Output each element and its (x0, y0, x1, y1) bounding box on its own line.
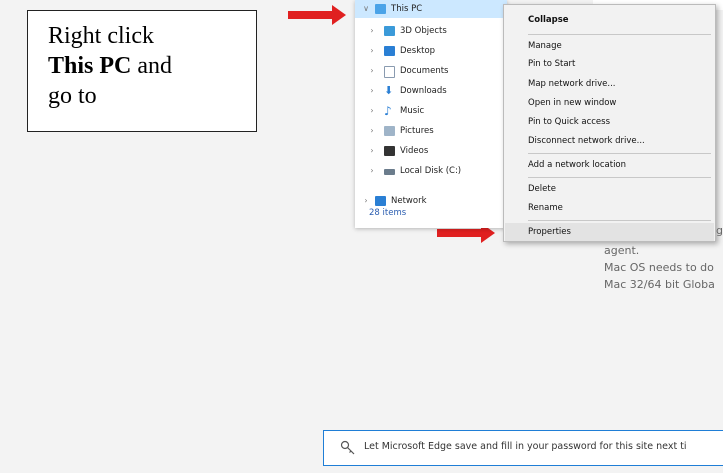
menu-item-collapse[interactable]: Collapse (528, 11, 569, 29)
chevron-right-icon[interactable]: › (367, 162, 377, 180)
tree-item-label: Videos (400, 146, 429, 156)
menu-item-properties[interactable]: Properties (505, 223, 714, 241)
cube-icon (384, 26, 395, 36)
background-text-line-3: Mac 32/64 bit Globa (604, 278, 715, 291)
tree-item-3d-objects[interactable]: › 3D Objects (355, 22, 507, 40)
instruction-line-1: Right click (48, 23, 154, 49)
key-icon (340, 440, 355, 455)
chevron-right-icon[interactable]: › (367, 62, 377, 80)
instruction-line-3: go to (48, 83, 97, 109)
chevron-right-icon[interactable]: › (367, 22, 377, 40)
instruction-this-pc: This PC (48, 53, 132, 79)
desktop-icon (384, 46, 395, 56)
menu-item-delete[interactable]: Delete (528, 180, 556, 198)
menu-separator (528, 34, 711, 35)
menu-item-open-in-new-window[interactable]: Open in new window (528, 94, 616, 112)
tree-item-label: Downloads (400, 86, 447, 96)
tree-item-desktop[interactable]: › Desktop (355, 42, 507, 60)
pictures-icon (384, 126, 395, 136)
tree-item-this-pc[interactable]: ∨ This PC (355, 0, 507, 18)
menu-separator (528, 177, 711, 178)
document-icon (384, 66, 395, 78)
explorer-nav-tree: ∨ This PC › 3D Objects › Desktop › Docum… (355, 0, 507, 228)
tree-item-music[interactable]: › ♪ Music (355, 102, 507, 120)
tree-item-label: Documents (400, 66, 449, 76)
tree-item-downloads[interactable]: › ⬇ Downloads (355, 82, 507, 100)
tree-item-label: This PC (391, 4, 423, 14)
network-icon (375, 196, 386, 206)
context-menu: Collapse Manage Pin to Start Map network… (503, 4, 716, 242)
tree-item-label: Local Disk (C:) (400, 166, 462, 176)
download-arrow-icon: ⬇ (384, 84, 394, 97)
tree-item-documents[interactable]: › Documents (355, 62, 507, 80)
edge-password-message: Let Microsoft Edge save and fill in your… (364, 441, 687, 452)
monitor-icon (375, 4, 386, 14)
menu-separator (528, 153, 711, 154)
menu-item-pin-to-start[interactable]: Pin to Start (528, 55, 575, 73)
arrow-to-properties (437, 223, 495, 243)
item-count-status: 28 items (369, 208, 407, 218)
menu-item-disconnect-network-drive[interactable]: Disconnect network drive... (528, 132, 645, 150)
tree-item-videos[interactable]: › Videos (355, 142, 507, 160)
instruction-line-2: This PC and (48, 51, 246, 81)
tree-item-label: 3D Objects (400, 26, 447, 36)
chevron-right-icon[interactable]: › (367, 102, 377, 120)
menu-item-pin-to-quick-access[interactable]: Pin to Quick access (528, 113, 610, 131)
music-note-icon: ♪ (384, 104, 392, 118)
chevron-right-icon[interactable]: › (367, 142, 377, 160)
chevron-right-icon[interactable]: › (367, 82, 377, 100)
menu-separator (528, 220, 711, 221)
background-text-partial: g (716, 224, 723, 237)
menu-item-rename[interactable]: Rename (528, 199, 563, 217)
tree-item-local-disk[interactable]: › Local Disk (C:) (355, 162, 507, 180)
tree-item-pictures[interactable]: › Pictures (355, 122, 507, 140)
tree-item-label: Music (400, 106, 425, 116)
arrow-to-this-pc (288, 5, 346, 25)
tree-item-label: Desktop (400, 46, 436, 56)
menu-item-add-network-location[interactable]: Add a network location (528, 156, 626, 174)
chevron-down-icon[interactable]: ∨ (361, 0, 371, 18)
drive-icon (384, 169, 395, 175)
film-icon (384, 146, 395, 156)
background-text-line-2: Mac OS needs to do (604, 261, 714, 274)
edge-password-prompt[interactable]: Let Microsoft Edge save and fill in your… (323, 430, 723, 466)
instruction-callout: Right click This PC and go to (27, 10, 257, 132)
background-text-line-1: agent. (604, 244, 640, 257)
menu-item-map-network-drive[interactable]: Map network drive... (528, 75, 615, 93)
chevron-right-icon[interactable]: › (367, 122, 377, 140)
instruction-and: and (131, 53, 173, 79)
menu-item-manage[interactable]: Manage (528, 37, 562, 55)
chevron-right-icon[interactable]: › (367, 42, 377, 60)
tree-item-label: Pictures (400, 126, 434, 136)
